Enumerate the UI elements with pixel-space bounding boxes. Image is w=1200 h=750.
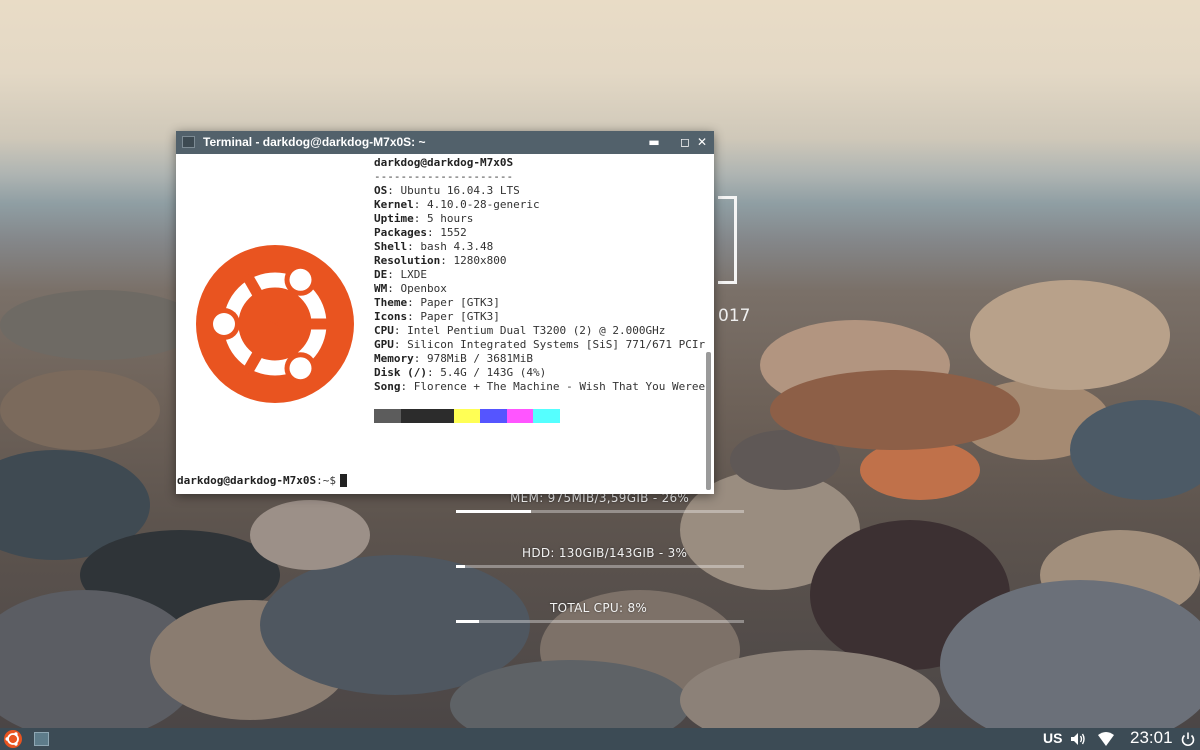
terminal-scrollbar[interactable] (706, 352, 711, 490)
shell-prompt[interactable]: darkdog@darkdog-M7x0S:~$ (177, 474, 347, 487)
info-key: Memory (374, 352, 414, 365)
color-palette (374, 409, 560, 423)
info-line: Kernel: 4.10.0-28-generic (374, 198, 540, 211)
ubuntu-logo-icon (196, 245, 354, 403)
info-line: GPU: Silicon Integrated Systems [SiS] 77… (374, 338, 706, 351)
minimize-button[interactable]: ▬ (646, 134, 662, 150)
wifi-icon[interactable] (1098, 732, 1114, 746)
info-lines: OS: Ubuntu 16.04.3 LTS Kernel: 4.10.0-28-… (374, 184, 709, 394)
info-value: Paper [GTK3] (420, 310, 500, 323)
text-cursor (339, 474, 347, 487)
info-value: 978MiB / 3681MiB (427, 352, 533, 365)
maximize-button[interactable]: ◻ (677, 134, 693, 150)
info-line: Theme: Paper [GTK3] (374, 296, 500, 309)
prompt-user: darkdog@darkdog-M7x0S (177, 474, 317, 487)
info-value: Openbox (400, 282, 447, 295)
conky-clock-bracket (718, 196, 737, 284)
info-key: Shell (374, 240, 408, 253)
terminal-content[interactable]: darkdog@darkdog-M7x0S ------------------… (176, 154, 714, 494)
color-swatch (533, 409, 560, 423)
conky-cpu-label: TOTAL CPU: 8% (550, 601, 648, 615)
system-info: darkdog@darkdog-M7x0S ------------------… (374, 156, 709, 394)
info-key: Packages (374, 226, 427, 239)
color-swatch (506, 409, 533, 423)
info-value: 5.4G / 143G (4%) (440, 366, 547, 379)
info-line: Resolution: 1280x800 (374, 254, 507, 267)
info-key: Disk (/) (374, 366, 427, 379)
info-value: 4.10.0-28-generic (427, 198, 540, 211)
conky-cpu-bar-fill (456, 620, 480, 623)
info-value: bash 4.3.48 (420, 240, 494, 253)
info-value: 1552 (440, 226, 467, 239)
info-key: OS (374, 184, 388, 197)
info-key: Theme (374, 296, 408, 309)
info-line: Uptime: 5 hours (374, 212, 474, 225)
volume-icon[interactable] (1070, 731, 1086, 747)
power-icon[interactable] (1180, 731, 1196, 747)
info-value: 1280x800 (453, 254, 507, 267)
conky-year-text: 017 (718, 306, 751, 326)
conky-mem-bar (456, 510, 744, 513)
info-value: Florence + The Machine - Wish That You W… (413, 380, 706, 393)
clock[interactable]: 23:01 (1130, 728, 1173, 748)
keyboard-layout-indicator[interactable]: US (1043, 730, 1062, 746)
terminal-icon (182, 136, 195, 148)
terminal-task-icon[interactable] (34, 732, 49, 746)
info-value: 5 hours (427, 212, 474, 225)
conky-cpu-bar (456, 620, 744, 623)
info-line: Icons: Paper [GTK3] (374, 310, 500, 323)
info-line: DE: LXDE (374, 268, 428, 281)
close-button[interactable]: ✕ (694, 134, 710, 150)
color-swatch (453, 409, 480, 423)
color-swatch (427, 409, 454, 423)
conky-hdd-label: HDD: 130GIB/143GIB - 3% (522, 546, 688, 560)
ubuntu-menu-icon[interactable] (3, 729, 23, 749)
conky-mem-bar-fill (456, 510, 531, 513)
info-line: Song: Florence + The Machine - Wish That… (374, 380, 706, 393)
info-key: WM (374, 282, 388, 295)
info-separator: --------------------- (374, 170, 514, 183)
info-value: Paper [GTK3] (420, 296, 500, 309)
info-value: Intel Pentium Dual T3200 (2) @ 2.000GHz (407, 324, 666, 337)
prompt-path: :~$ (316, 474, 336, 487)
info-line: CPU: Intel Pentium Dual T3200 (2) @ 2.00… (374, 324, 666, 337)
info-line: Memory: 978MiB / 3681MiB (374, 352, 533, 365)
taskbar: US 23:01 (0, 728, 1200, 750)
conky-hdd-bar (456, 565, 744, 568)
info-key: Song (374, 380, 401, 393)
info-key: Uptime (374, 212, 414, 225)
terminal-window[interactable]: Terminal - darkdog@darkdog-M7x0S: ~ ▬ ◻ … (176, 131, 714, 494)
info-line: Disk (/): 5.4G / 143G (4%) (374, 366, 547, 379)
info-key: Icons (374, 310, 408, 323)
info-line: WM: Openbox (374, 282, 447, 295)
info-key: Kernel (374, 198, 414, 211)
info-key: CPU (374, 324, 394, 337)
info-line: Packages: 1552 (374, 226, 467, 239)
terminal-titlebar[interactable]: Terminal - darkdog@darkdog-M7x0S: ~ ▬ ◻ … (176, 131, 714, 154)
info-header: darkdog@darkdog-M7x0S (374, 156, 514, 169)
info-line: Shell: bash 4.3.48 (374, 240, 494, 253)
color-swatch (480, 409, 507, 423)
info-value: Silicon Integrated Systems [SiS] 771/671… (407, 338, 706, 351)
conky-hdd-bar-fill (456, 565, 465, 568)
info-value: LXDE (400, 268, 428, 281)
info-value: Ubuntu 16.04.3 LTS (400, 184, 520, 197)
color-swatch (400, 409, 427, 423)
info-key: GPU (374, 338, 394, 351)
info-key: DE (374, 268, 388, 281)
info-line: OS: Ubuntu 16.04.3 LTS (374, 184, 520, 197)
window-title: Terminal - darkdog@darkdog-M7x0S: ~ (203, 135, 426, 149)
info-key: Resolution (374, 254, 441, 267)
color-swatch (374, 409, 401, 423)
